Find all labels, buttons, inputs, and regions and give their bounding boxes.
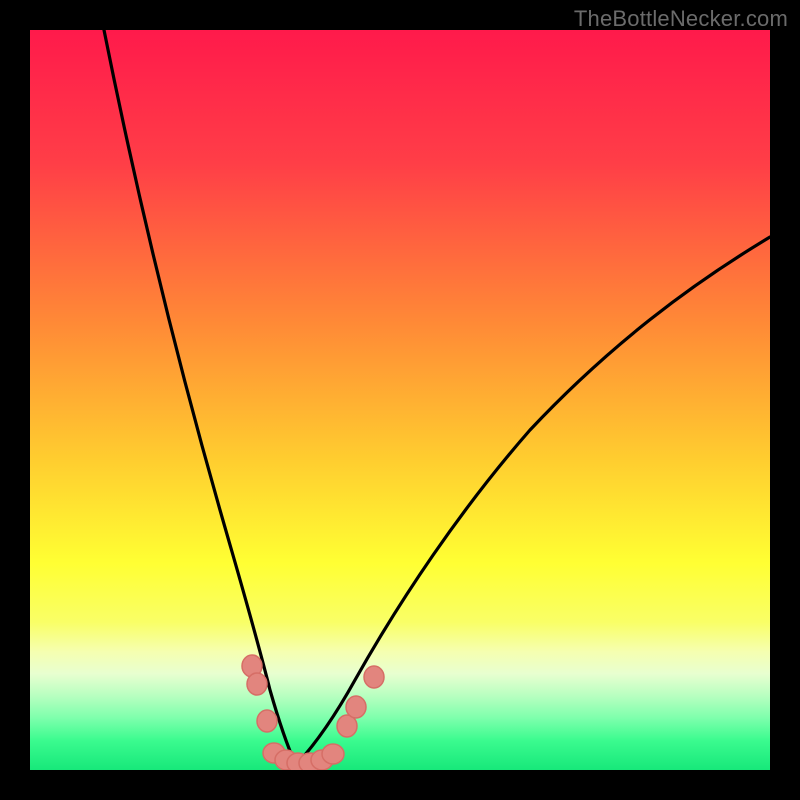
chart-curves — [30, 30, 770, 770]
watermark-text: TheBottleNecker.com — [574, 6, 788, 32]
plot-area — [30, 30, 770, 770]
frame: TheBottleNecker.com — [0, 0, 800, 800]
curve-left-branch — [104, 30, 296, 765]
markers-bottom — [263, 743, 344, 770]
